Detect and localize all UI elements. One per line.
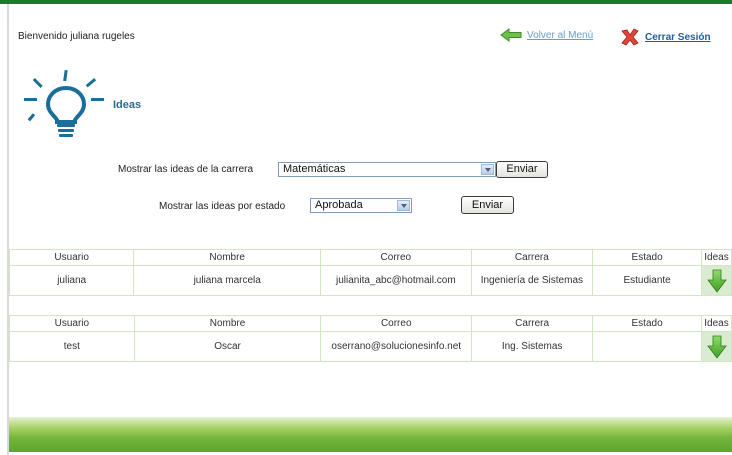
green-back-arrow-icon (500, 28, 522, 42)
state-select[interactable]: Aprobada (310, 198, 412, 213)
back-to-menu-link[interactable]: Volver al Menú (500, 28, 593, 42)
cell-name: Oscar (133, 331, 322, 362)
footer-bar (9, 417, 732, 452)
green-down-arrow-icon[interactable] (706, 335, 727, 359)
green-down-arrow-icon[interactable] (706, 269, 727, 293)
table-header-row: Usuario Nombre Correo Carrera Estado Ide… (9, 315, 732, 332)
chevron-down-icon[interactable] (397, 200, 410, 211)
column-header-user: Usuario (8, 249, 135, 266)
column-header-career: Carrera (471, 315, 594, 332)
table-row: juliana juliana marcela julianita_abc@ho… (8, 265, 732, 296)
column-header-state: Estado (592, 249, 703, 266)
left-border (7, 4, 9, 455)
cell-name: juliana marcela (133, 265, 322, 296)
cell-email: julianita_abc@hotmail.com (320, 265, 472, 296)
cell-user: test (9, 331, 135, 362)
column-header-name: Nombre (133, 315, 322, 332)
cell-state: Estudiante (592, 265, 703, 296)
chevron-down-icon[interactable] (481, 164, 494, 175)
cell-state (592, 331, 703, 362)
section-title: Ideas (113, 99, 142, 111)
column-header-name: Nombre (133, 249, 322, 266)
column-header-user: Usuario (9, 315, 135, 332)
back-to-menu-label[interactable]: Volver al Menú (527, 30, 593, 41)
cell-email: oserrano@solucionesinfo.net (320, 331, 473, 362)
cell-ideas[interactable] (701, 265, 732, 296)
column-header-career: Carrera (470, 249, 594, 266)
column-header-state: Estado (592, 315, 703, 332)
cell-ideas[interactable] (701, 331, 732, 362)
table-header-row: Usuario Nombre Correo Carrera Estado Ide… (8, 249, 732, 266)
column-header-ideas: Ideas (701, 315, 732, 332)
career-send-button[interactable]: Enviar (496, 161, 548, 178)
lightbulb-icon (24, 69, 104, 137)
cell-user: juliana (8, 265, 135, 296)
red-x-icon (621, 28, 639, 46)
state-filter-label: Mostrar las ideas por estado (159, 201, 286, 212)
table-row: test Oscar oserrano@solucionesinfo.net I… (9, 331, 732, 362)
column-header-email: Correo (320, 249, 472, 266)
state-send-button[interactable]: Enviar (461, 196, 514, 214)
state-select-value: Aprobada (315, 199, 363, 211)
page: Bienvenido juliana rugeles Volver al Men… (0, 0, 732, 455)
column-header-ideas: Ideas (701, 249, 732, 266)
logout-link[interactable]: Cerrar Sesión (620, 28, 711, 46)
career-select-value: Matemáticas (283, 163, 346, 175)
logout-label[interactable]: Cerrar Sesión (645, 32, 711, 43)
ideas-table-2: Usuario Nombre Correo Carrera Estado Ide… (9, 315, 732, 362)
ideas-table-1: Usuario Nombre Correo Carrera Estado Ide… (8, 249, 732, 296)
cell-career: Ing. Sistemas (471, 331, 594, 362)
career-select[interactable]: Matemáticas (278, 162, 496, 177)
column-header-email: Correo (320, 315, 473, 332)
career-filter-label: Mostrar las ideas de la carrera (118, 164, 254, 175)
cell-career: Ingeniería de Sistemas (470, 265, 594, 296)
top-border (0, 0, 732, 4)
welcome-text: Bienvenido juliana rugeles (18, 31, 135, 42)
